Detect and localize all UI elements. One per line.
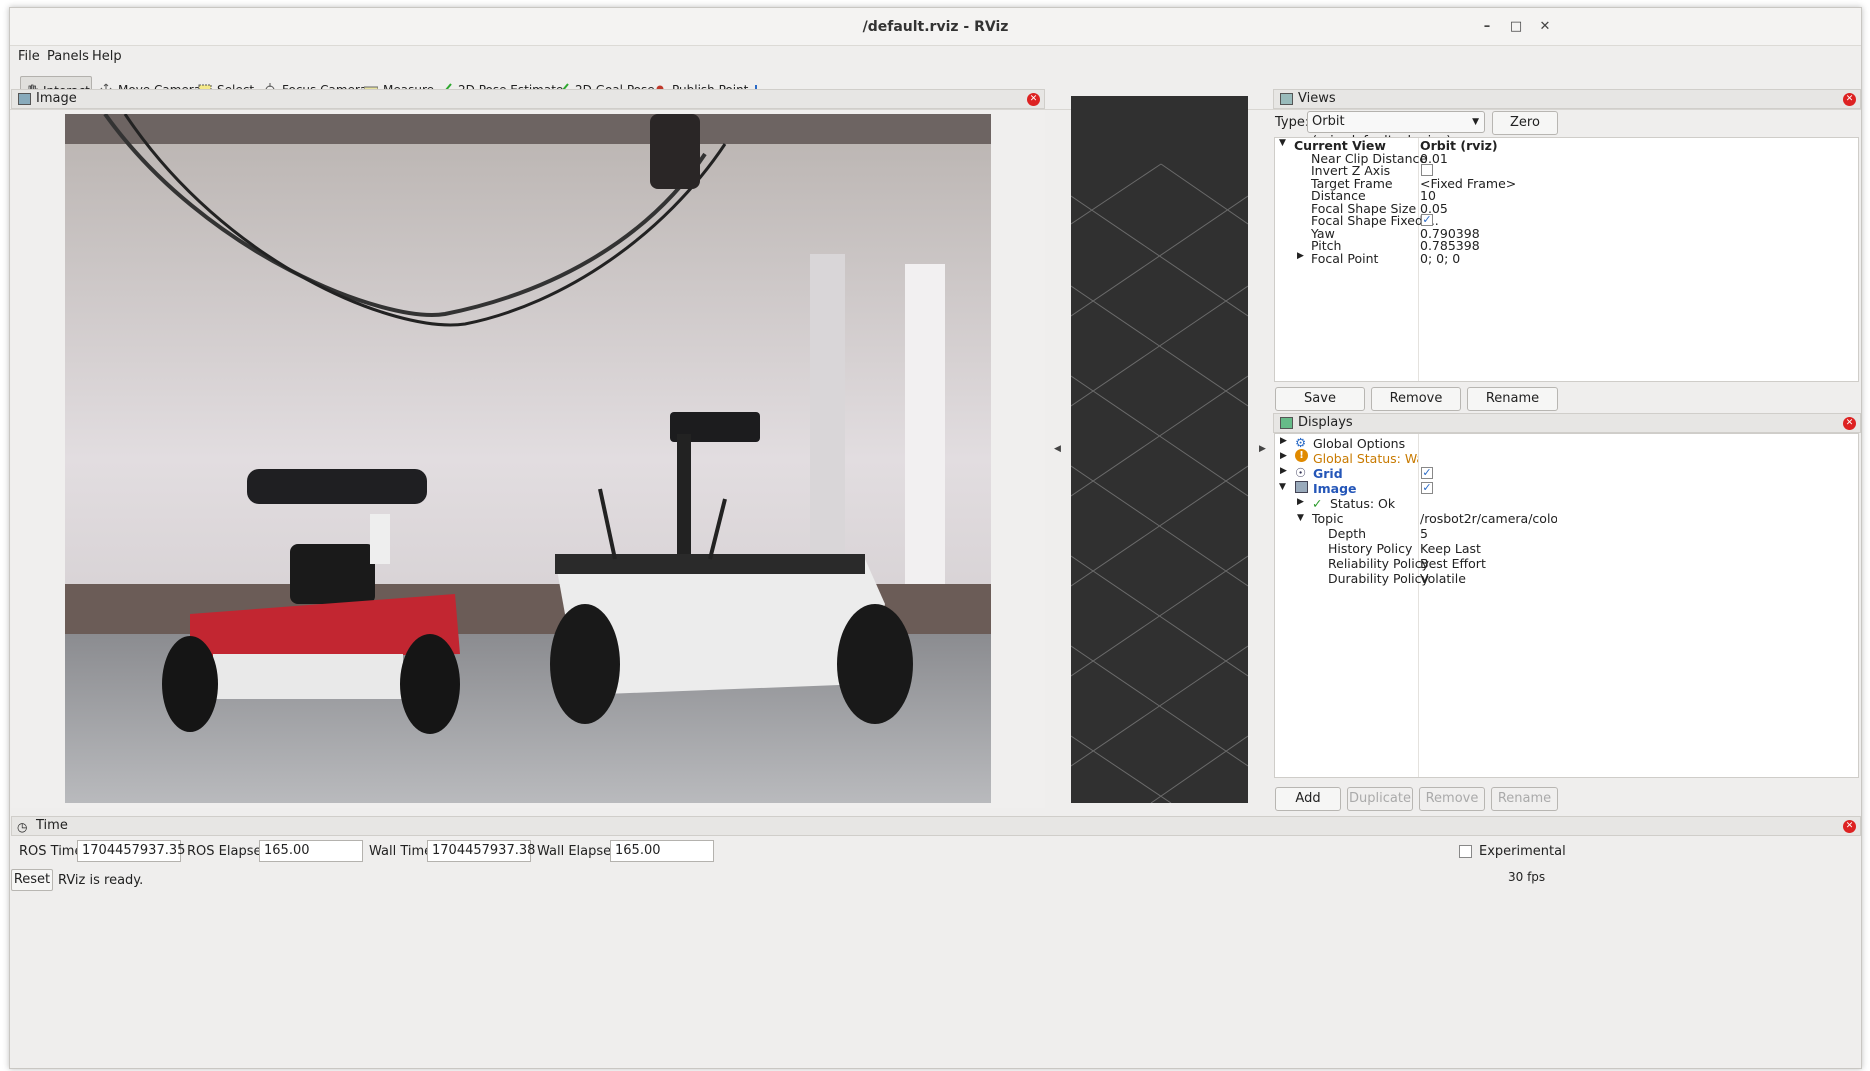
menu-file[interactable]: File: [18, 49, 40, 64]
views-panel-header: Views ✕: [1273, 89, 1861, 109]
display-global-status[interactable]: Global Status: Warn: [1313, 451, 1418, 466]
expand-arrow-icon[interactable]: ▶: [1297, 251, 1304, 261]
add-display-button[interactable]: Add: [1275, 787, 1341, 811]
close-panel-icon[interactable]: ✕: [1843, 417, 1856, 430]
display-image[interactable]: Image: [1313, 481, 1357, 496]
image-enabled-checkbox[interactable]: ✓: [1421, 482, 1433, 494]
grid-eye-icon: ☉: [1295, 465, 1307, 480]
view-properties-tree: ▼ Current View Orbit (rviz) Near Clip Di…: [1274, 137, 1859, 382]
displays-icon: [1280, 417, 1293, 429]
view-type-select[interactable]: Orbit (rviz_default_plugins) ▼: [1307, 111, 1485, 149]
views-remove-button[interactable]: Remove: [1371, 387, 1461, 411]
collapse-arrow-icon[interactable]: ▼: [1279, 482, 1286, 492]
remove-display-button[interactable]: Remove: [1419, 787, 1485, 811]
menu-bar: File Panels Help: [10, 46, 1861, 68]
displays-panel-header: Displays ✕: [1273, 413, 1861, 433]
invert-z-checkbox[interactable]: [1421, 164, 1433, 176]
3d-viewport[interactable]: [1070, 96, 1249, 804]
menu-panels[interactable]: Panels: [47, 49, 89, 64]
clock-icon: ◷: [17, 820, 28, 834]
menu-help[interactable]: Help: [92, 49, 122, 64]
image-panel-icon: [18, 93, 31, 105]
view-type-label: Type:: [1275, 115, 1310, 130]
image-status[interactable]: Status: Ok: [1330, 496, 1395, 511]
status-message: RViz is ready.: [58, 873, 144, 888]
ros-elapsed-field[interactable]: 165.00: [259, 840, 363, 862]
image-panel-header: Image ✕: [11, 89, 1045, 109]
prop-value[interactable]: Volatile: [1420, 571, 1466, 586]
experimental-checkbox[interactable]: [1459, 845, 1472, 858]
close-panel-icon[interactable]: ✕: [1027, 93, 1040, 106]
prop-name: Reliability Policy: [1328, 556, 1430, 571]
duplicate-display-button[interactable]: Duplicate: [1347, 787, 1413, 811]
expand-arrow-icon[interactable]: ▶: [1280, 436, 1287, 446]
views-rename-button[interactable]: Rename: [1467, 387, 1558, 411]
warning-icon: !: [1295, 449, 1308, 462]
chevron-down-icon: ▼: [1472, 117, 1479, 127]
prop-name: Depth: [1328, 526, 1367, 541]
collapse-left-icon[interactable]: ◀: [1054, 444, 1061, 454]
prop-value[interactable]: Keep Last: [1420, 541, 1481, 556]
displays-tree: ▶ ⚙ Global Options ▶ ! Global Status: Wa…: [1274, 433, 1859, 778]
close-panel-icon[interactable]: ✕: [1843, 820, 1856, 833]
displays-title: Displays: [1298, 415, 1353, 430]
views-save-button[interactable]: Save: [1275, 387, 1365, 411]
fps-readout: 30 fps: [1508, 870, 1546, 884]
expand-arrow-icon[interactable]: ▶: [1280, 451, 1287, 461]
minimize-icon[interactable]: –: [1479, 19, 1495, 35]
check-icon: ✓: [1312, 496, 1323, 511]
ros-time-field[interactable]: 1704457937.35: [77, 840, 185, 862]
rename-display-button[interactable]: Rename: [1491, 787, 1558, 811]
expand-arrow-icon[interactable]: ▶: [1280, 466, 1287, 476]
reset-button[interactable]: Reset: [11, 869, 53, 891]
collapse-arrow-icon[interactable]: ▼: [1297, 513, 1304, 523]
display-grid[interactable]: Grid: [1313, 466, 1343, 481]
title-bar: /default.rviz - RViz – □ ✕: [10, 8, 1861, 46]
wall-elapsed-field[interactable]: 165.00: [610, 840, 714, 862]
gear-icon: ⚙: [1295, 435, 1307, 450]
prop-name: Topic: [1312, 511, 1344, 526]
zero-button[interactable]: Zero: [1492, 111, 1558, 135]
views-title: Views: [1298, 91, 1336, 106]
rviz-window: /default.rviz - RViz – □ ✕ File Panels H…: [9, 7, 1862, 1069]
focal-shape-fixed-checkbox[interactable]: ✓: [1421, 214, 1433, 226]
close-icon[interactable]: ✕: [1537, 19, 1553, 35]
grid-enabled-checkbox[interactable]: ✓: [1421, 467, 1433, 479]
prop-name: Focal Point: [1311, 251, 1379, 266]
close-panel-icon[interactable]: ✕: [1843, 93, 1856, 106]
image-panel-title: Image: [36, 91, 77, 106]
camera-image: [65, 114, 991, 803]
wall-time-field[interactable]: 1704457937.38: [427, 840, 535, 862]
views-icon: [1280, 93, 1293, 105]
time-panel-header: ◷ Time ✕: [11, 816, 1861, 836]
image-display-icon: [1295, 481, 1308, 493]
expand-arrow-icon[interactable]: ▶: [1297, 497, 1304, 507]
display-global-options[interactable]: Global Options: [1313, 436, 1405, 451]
prop-value[interactable]: 0; 0; 0: [1420, 251, 1460, 266]
prop-value[interactable]: Best Effort: [1420, 556, 1486, 571]
maximize-icon[interactable]: □: [1508, 19, 1524, 35]
prop-name: History Policy: [1328, 541, 1413, 556]
expand-arrow-icon[interactable]: ▼: [1279, 138, 1286, 148]
window-title: /default.rviz - RViz: [862, 19, 1009, 35]
collapse-right-icon[interactable]: ▶: [1259, 444, 1266, 454]
topic-value[interactable]: /rosbot2r/camera/color/i...: [1420, 511, 1557, 526]
prop-name: Durability Policy: [1328, 571, 1429, 586]
image-panel-body: [11, 110, 1045, 808]
experimental-label: Experimental: [1479, 844, 1566, 859]
grid-display: [1070, 163, 1249, 804]
prop-value[interactable]: 5: [1420, 526, 1428, 541]
time-title: Time: [36, 818, 68, 833]
